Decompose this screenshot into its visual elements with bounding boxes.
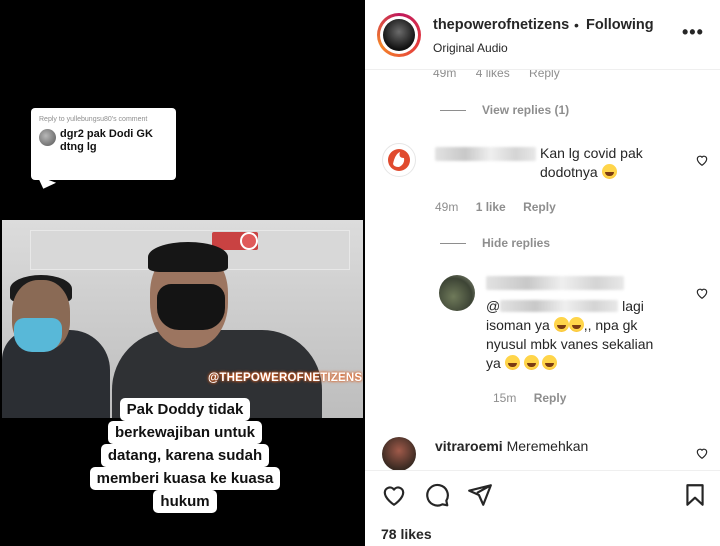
bookmark-icon[interactable]: [682, 482, 708, 508]
comments-panel: thepowerofnetizens • Following Original …: [365, 0, 720, 546]
caption-line: berkewajiban untuk: [107, 421, 263, 444]
username-link[interactable]: thepowerofnetizens: [433, 17, 569, 33]
more-options-icon[interactable]: •••: [682, 22, 704, 43]
blurred-username: [435, 147, 536, 161]
original-audio-link[interactable]: Original Audio: [433, 41, 508, 55]
avatar[interactable]: [383, 19, 415, 51]
post-header: thepowerofnetizens • Following Original …: [365, 0, 720, 70]
comment-likes[interactable]: 1 like: [476, 200, 506, 214]
grinning-emoji-icon: [568, 317, 584, 332]
blue-face-mask: [14, 318, 62, 352]
following-button[interactable]: Following: [586, 17, 654, 33]
reply-text-part: lagi: [622, 298, 644, 314]
like-comment-icon[interactable]: [695, 286, 709, 300]
grinning-emoji-icon: [542, 355, 558, 370]
replies-divider: [440, 243, 466, 244]
grinning-emoji-icon: [553, 317, 569, 332]
caption-line: Pak Doddy tidak: [119, 398, 251, 421]
comment-text: Meremehkan: [506, 438, 589, 454]
heart-icon[interactable]: [381, 482, 407, 508]
caption-line: memberi kuasa ke kuasa: [89, 467, 281, 490]
comment-line: vitraroemi Meremehkan: [435, 437, 588, 456]
wall-logo-circle: [240, 232, 258, 250]
reply-comment-text: @ lagi isoman ya ,, npa gk nyusul mbk va…: [486, 297, 686, 373]
comment-meta: 49m 1 like Reply: [435, 200, 556, 214]
reply-sticker-text: dgr2 pak Dodi GK dtng lg: [60, 128, 153, 153]
grinning-emoji-icon: [601, 164, 617, 179]
caption-line: datang, karena sudah: [100, 444, 270, 467]
replies-divider: [440, 110, 466, 111]
caption-line: hukum: [153, 490, 217, 513]
reply-link[interactable]: Reply: [523, 200, 556, 214]
person-main-hair: [148, 242, 228, 272]
comment-time: 49m: [435, 200, 459, 214]
header-separator: •: [574, 17, 579, 33]
blurred-mention: [500, 300, 619, 312]
reply-text-part: ,, npa gk: [583, 317, 638, 333]
reply-text-part: isoman ya: [486, 317, 550, 333]
comment-username[interactable]: vitraroemi: [435, 438, 503, 454]
blurred-username: [486, 276, 624, 290]
reply-to-comment-sticker: Reply to yullebungsu80's comment dgr2 pa…: [31, 108, 176, 180]
post-actions-bar: 78 likes: [365, 470, 720, 546]
comment-avatar[interactable]: [382, 437, 416, 471]
like-comment-icon[interactable]: [695, 446, 709, 460]
hide-replies-button[interactable]: Hide replies: [482, 236, 550, 250]
comment-text: Kan lg covid pak dodotnya: [540, 144, 670, 182]
comment-icon[interactable]: [424, 482, 450, 508]
reply-avatar[interactable]: [439, 275, 475, 311]
view-replies-button[interactable]: View replies (1): [482, 103, 569, 117]
black-face-mask: [157, 284, 225, 330]
video-frame: @THEPOWEROFNETIZENS: [2, 220, 363, 418]
reply-text-part: nyusul mbk vanes sekalian: [486, 336, 654, 352]
grinning-emoji-icon: [504, 355, 520, 370]
reply-sticker-avatar: [39, 129, 56, 146]
flame-logo-icon: [388, 149, 410, 171]
video-caption: Pak Doddy tidak berkewajiban untuk datan…: [80, 398, 290, 513]
grinning-emoji-icon: [523, 355, 539, 370]
likes-count[interactable]: 78 likes: [381, 526, 432, 542]
comment-meta: 15m Reply: [493, 391, 566, 405]
comment-avatar[interactable]: [382, 143, 416, 177]
reply-text-part: ya: [486, 355, 501, 371]
comment-text-content: Kan lg covid pak dodotnya: [540, 145, 643, 180]
video-watermark: @THEPOWEROFNETIZENS: [208, 372, 363, 384]
reply-sticker-header: Reply to yullebungsu80's comment: [39, 116, 148, 123]
video-player[interactable]: Reply to yullebungsu80's comment dgr2 pa…: [0, 0, 365, 546]
share-icon[interactable]: [467, 482, 493, 508]
mention[interactable]: @: [486, 298, 500, 314]
like-comment-icon[interactable]: [695, 153, 709, 167]
reply-link[interactable]: Reply: [534, 391, 567, 405]
comment-time: 15m: [493, 391, 517, 405]
